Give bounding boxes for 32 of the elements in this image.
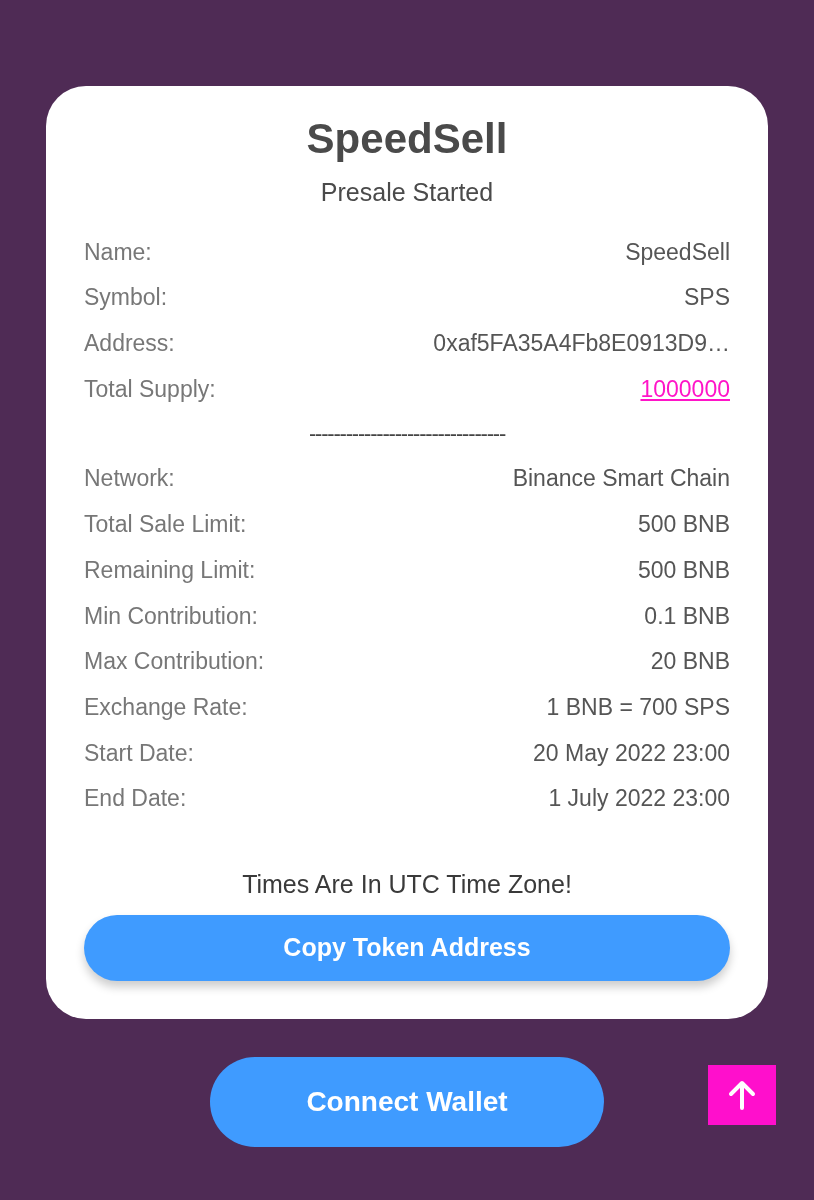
field-label: Total Sale Limit: [84,511,247,539]
field-label: Network: [84,465,175,493]
presale-status: Presale Started [319,178,495,208]
field-label: Symbol: [84,284,168,312]
dashed-separator: -------------------------------- [307,420,507,449]
connect-wallet-button[interactable]: Connect Wallet [210,1056,604,1147]
field-label: End Date: [84,785,187,813]
field-label: Name: [84,238,152,266]
field-label: Min Contribution: [84,602,258,630]
field-label: Total Supply: [84,375,216,403]
field-label: Max Contribution: [84,648,265,676]
field-value: Binance Smart Chain [512,465,730,493]
field-label: Remaining Limit: [84,556,256,584]
field-value: 1 July 2022 23:00 [548,785,730,813]
supply-link[interactable]: 1000000 [640,375,730,403]
field-value: 20 BNB [650,648,730,676]
field-value: 20 May 2022 23:00 [533,739,730,767]
scroll-top-button[interactable] [708,1064,776,1125]
field-label: Address: [84,330,175,358]
field-value: 500 BNB [637,511,730,539]
field-value: 0.1 BNB [644,602,730,630]
field-label: Start Date: [84,739,194,767]
timezone-note: Times Are In UTC Time Zone! [241,869,573,899]
token-title: SpeedSell [305,114,509,164]
field-value: SPS [683,284,730,312]
field-value: 0xaf5FA35A4Fb8E0913D9… [433,330,730,358]
field-label: Exchange Rate: [84,693,248,721]
copy-address-button[interactable]: Copy Token Address [84,914,730,981]
field-value: SpeedSell [625,238,730,266]
field-value: 1 BNB = 700 SPS [546,693,730,721]
arrow-up-icon [728,1079,756,1110]
field-value: 500 BNB [637,556,730,584]
